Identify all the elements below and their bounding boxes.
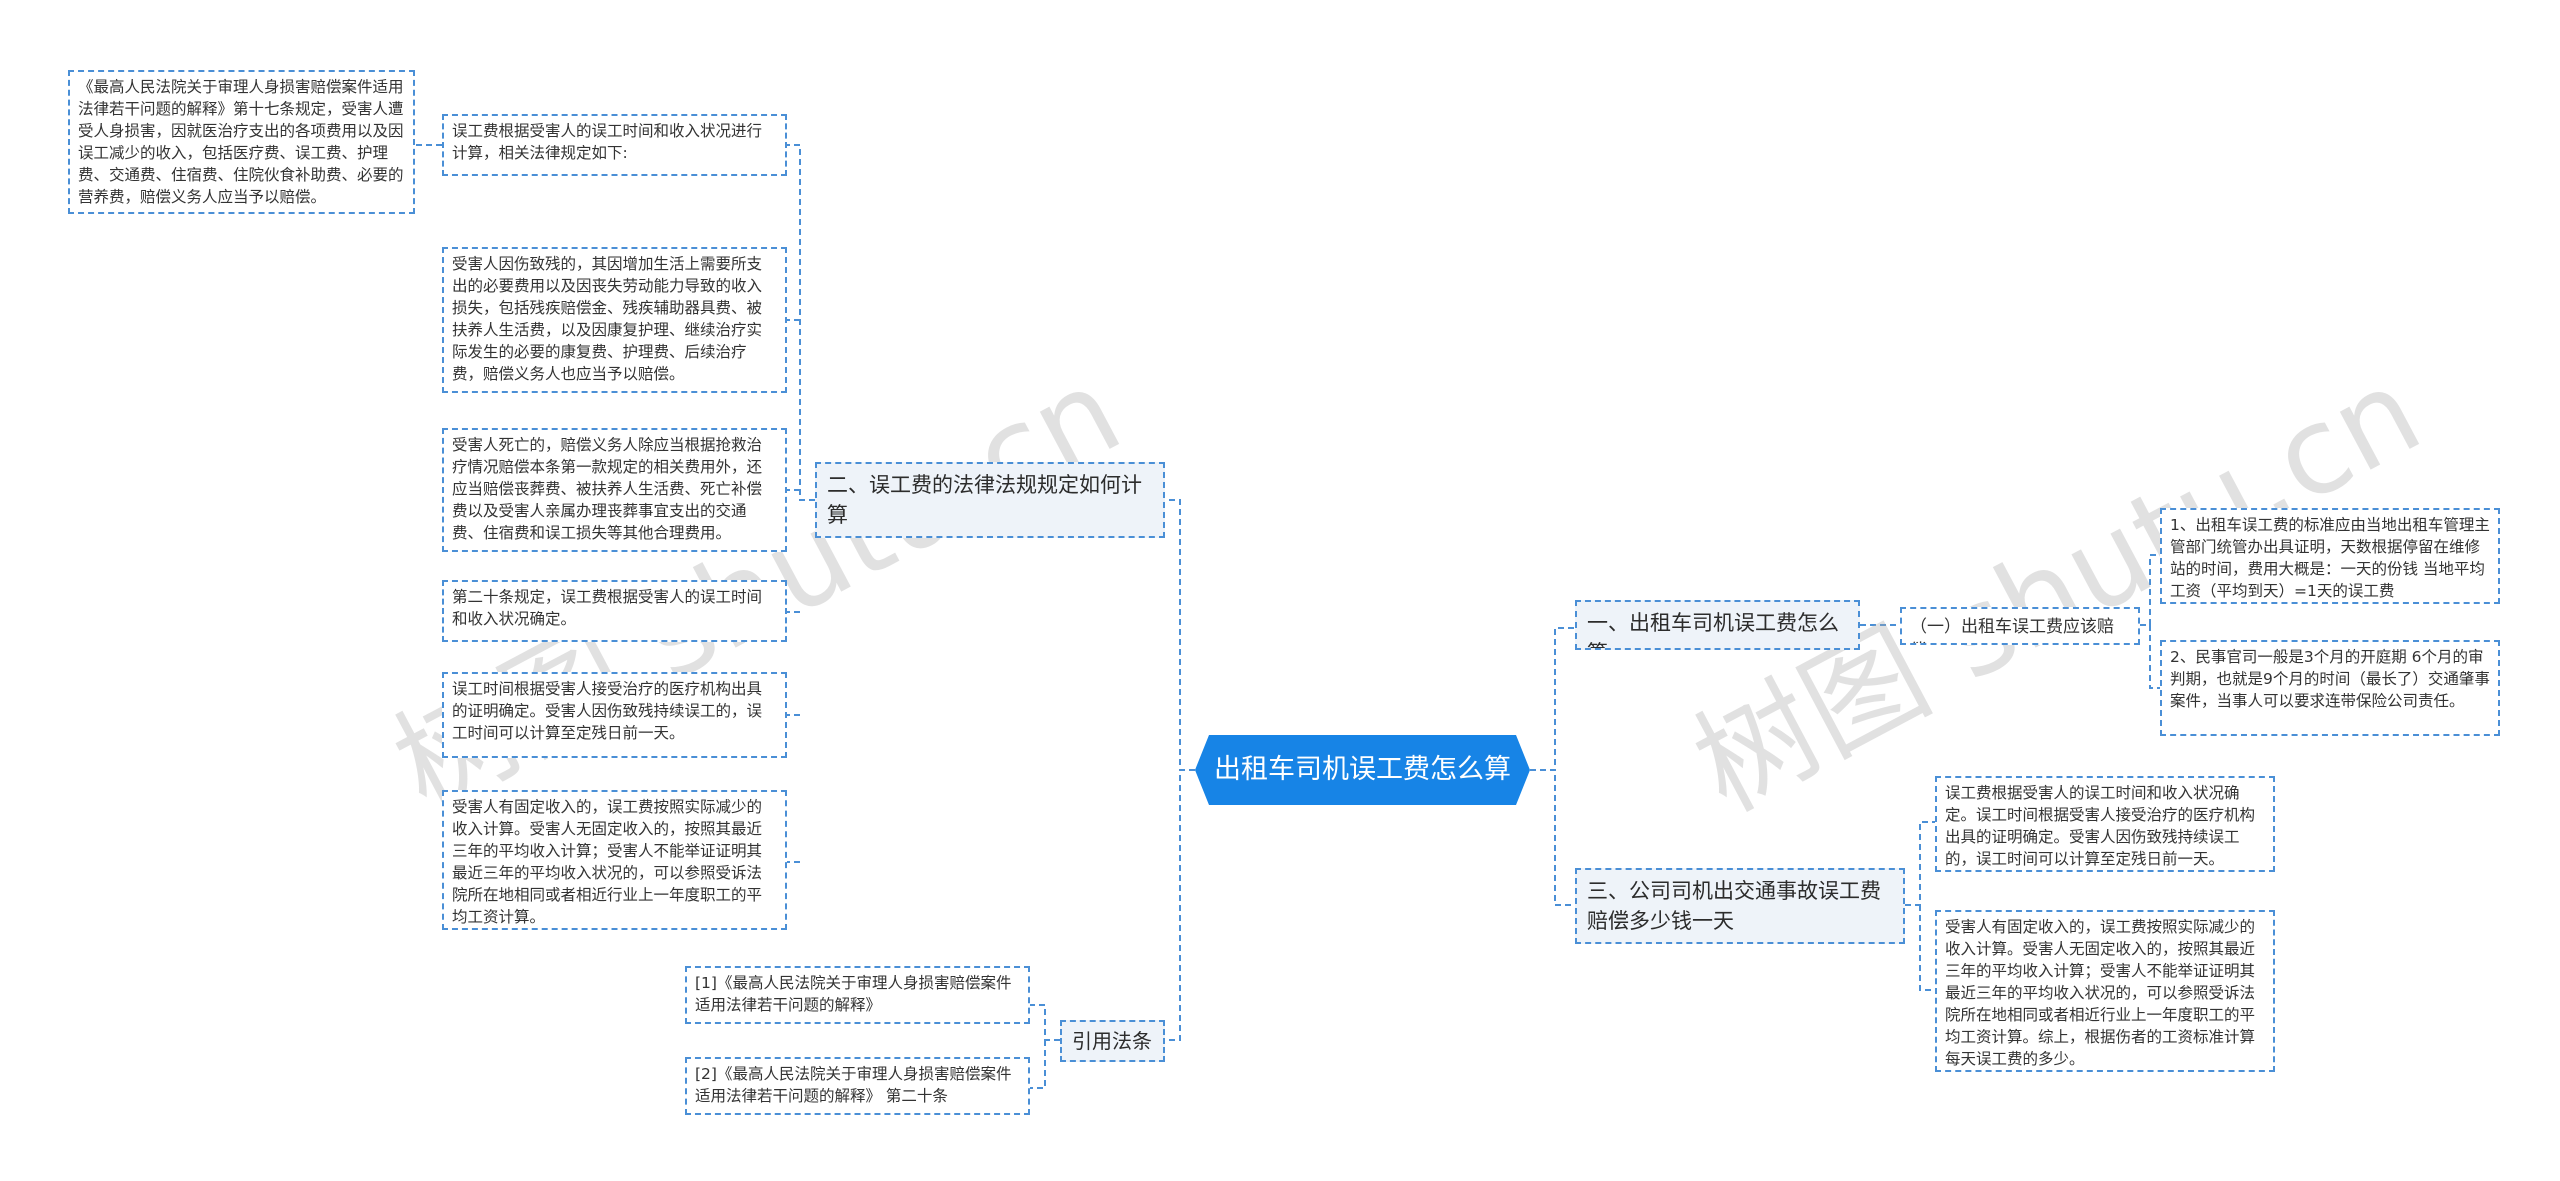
leaf-node[interactable]: 受害人有固定收入的，误工费按照实际减少的收入计算。受害人无固定收入的，按照其最近… (1935, 910, 2275, 1072)
leaf-node[interactable]: 第二十条规定，误工费根据受害人的误工时间和收入状况确定。 (442, 580, 787, 642)
sub-leaf-node[interactable]: 《最高人民法院关于审理人身损害赔偿案件适用法律若干问题的解释》第十七条规定，受害… (68, 70, 415, 214)
connector-b2-leaves (787, 144, 815, 863)
leaf-node[interactable]: 1、出租车误工费的标准应由当地出租车管理主管部门统管办出具证明，天数根据停留在维… (2160, 508, 2500, 604)
branch-node-2[interactable]: 二、误工费的法律法规规定如何计算 (815, 462, 1165, 538)
leaf-node[interactable]: 误工费根据受害人的误工时间和收入状况进行计算，相关法律规定如下: (442, 114, 787, 176)
connector-root-b3 (1530, 769, 1575, 906)
connector-b4-leaves (1030, 1004, 1060, 1089)
leaf-node[interactable]: 受害人有固定收入的，误工费按照实际减少的收入计算。受害人无固定收入的，按照其最近… (442, 790, 787, 930)
mind-map-canvas: 树图 shutu.cn 树图 shutu.cn 出租车司机误工费怎么算 一、出租… (0, 0, 2560, 1181)
branch-node-4[interactable]: 引用法条 (1060, 1020, 1165, 1062)
branch-node-1[interactable]: 一、出租车司机误工费怎么算 (1575, 600, 1860, 650)
leaf-node[interactable]: [1]《最高人民法院关于审理人身损害赔偿案件适用法律若干问题的解释》 (685, 966, 1030, 1024)
branch-node-3[interactable]: 三、公司司机出交通事故误工费赔偿多少钱一天 (1575, 868, 1905, 944)
leaf-node[interactable]: 受害人死亡的，赔偿义务人除应当根据抢救治疗情况赔偿本条第一款规定的相关费用外，还… (442, 428, 787, 552)
connector-root-b4 (1165, 769, 1195, 1041)
connector-b3-leaves (1905, 821, 1935, 991)
leaf-node[interactable]: 受害人因伤致残的，其因增加生活上需要所支出的必要费用以及因丧失劳动能力导致的收入… (442, 247, 787, 393)
connector-sub-leaves (2140, 554, 2160, 689)
root-node[interactable]: 出租车司机误工费怎么算 (1195, 735, 1530, 805)
connector-root-b1 (1530, 627, 1575, 771)
sub-node-1[interactable]: （一）出租车误工费应该赔偿。 (1900, 607, 2140, 645)
connector-root-b2 (1165, 499, 1195, 771)
leaf-node[interactable]: 2、民事官司一般是3个月的开庭期 6个月的审判期，也就是9个月的时间（最长了）交… (2160, 640, 2500, 736)
leaf-node[interactable]: 误工时间根据受害人接受治疗的医疗机构出具的证明确定。受害人因伤致残持续误工的，误… (442, 672, 787, 758)
leaf-node[interactable]: 误工费根据受害人的误工时间和收入状况确定。误工时间根据受害人接受治疗的医疗机构出… (1935, 776, 2275, 872)
leaf-node[interactable]: [2]《最高人民法院关于审理人身损害赔偿案件适用法律若干问题的解释》 第二十条 (685, 1057, 1030, 1115)
